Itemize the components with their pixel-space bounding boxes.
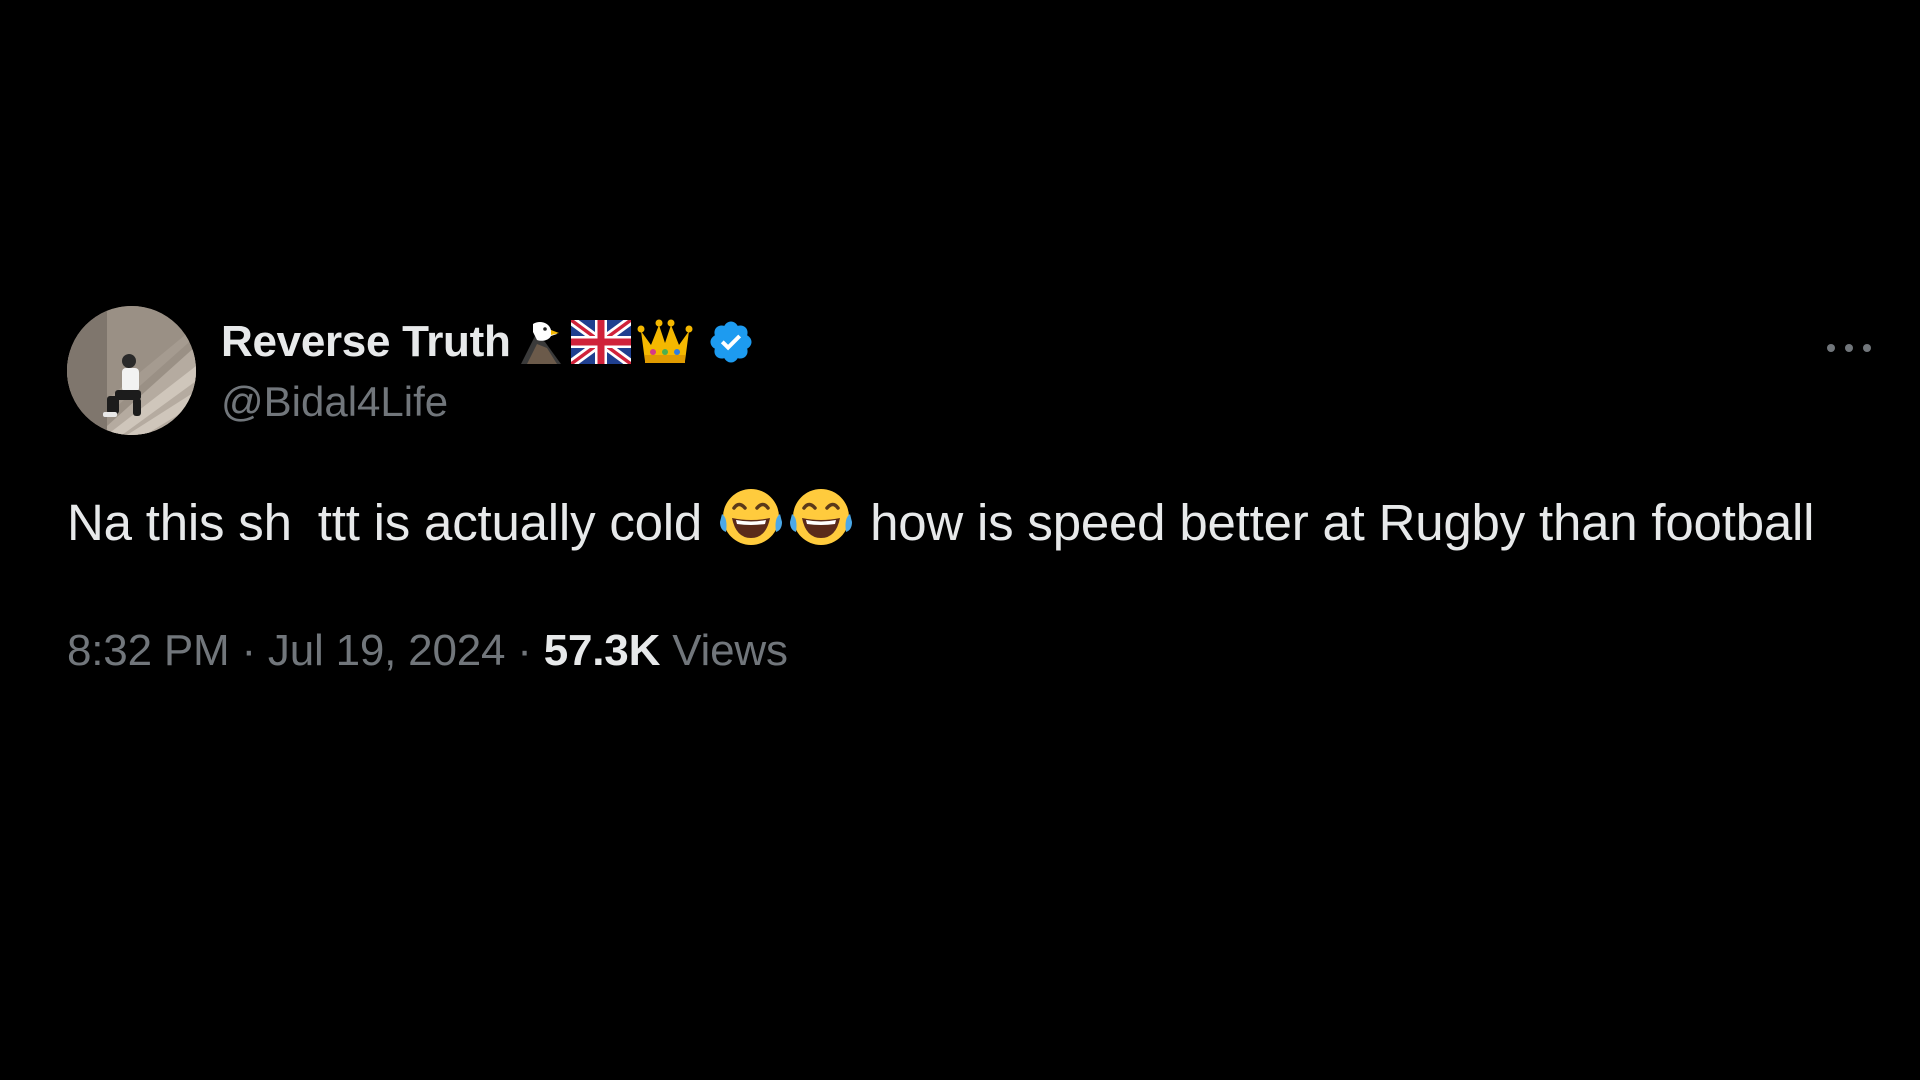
uk-flag-icon [570, 320, 631, 364]
display-name[interactable]: Reverse Truth [221, 312, 511, 372]
meta-separator: · [517, 626, 532, 675]
more-options-icon[interactable] [1821, 328, 1877, 368]
name-row: Reverse Truth [221, 312, 755, 372]
crown-icon [637, 317, 693, 367]
meta-separator: · [241, 626, 256, 675]
author-block: Reverse Truth @Bidal4Life [221, 312, 755, 430]
views-count[interactable]: 57.3K [544, 626, 661, 675]
views-label: Views [672, 626, 788, 675]
tweet-text-part1: Na this sh [67, 494, 292, 551]
tears-of-joy-emoji-icon [788, 484, 854, 571]
verified-badge-icon[interactable] [707, 318, 755, 366]
author-handle[interactable]: @Bidal4Life [221, 374, 755, 430]
avatar[interactable] [67, 306, 196, 435]
avatar-photo [67, 306, 196, 435]
tweet-date[interactable]: Jul 19, 2024 [268, 626, 506, 675]
tweet-text: Na this sh ttt is actually cold how is s… [67, 484, 1837, 571]
tweet-header: Reverse Truth @Bidal4Life [67, 306, 1877, 436]
tweet-time[interactable]: 8:32 PM [67, 626, 230, 675]
tears-of-joy-emoji-icon [718, 484, 784, 571]
tweet-card: Reverse Truth @Bidal4Life Na this sh ttt… [67, 306, 1877, 681]
tweet-meta: 8:32 PM · Jul 19, 2024 · 57.3K Views [67, 621, 1877, 681]
tweet-text-part3: how is speed better at Rugby than footba… [870, 494, 1815, 551]
eagle-icon [517, 318, 565, 366]
tweet-text-part2: ttt is actually cold [317, 494, 703, 551]
